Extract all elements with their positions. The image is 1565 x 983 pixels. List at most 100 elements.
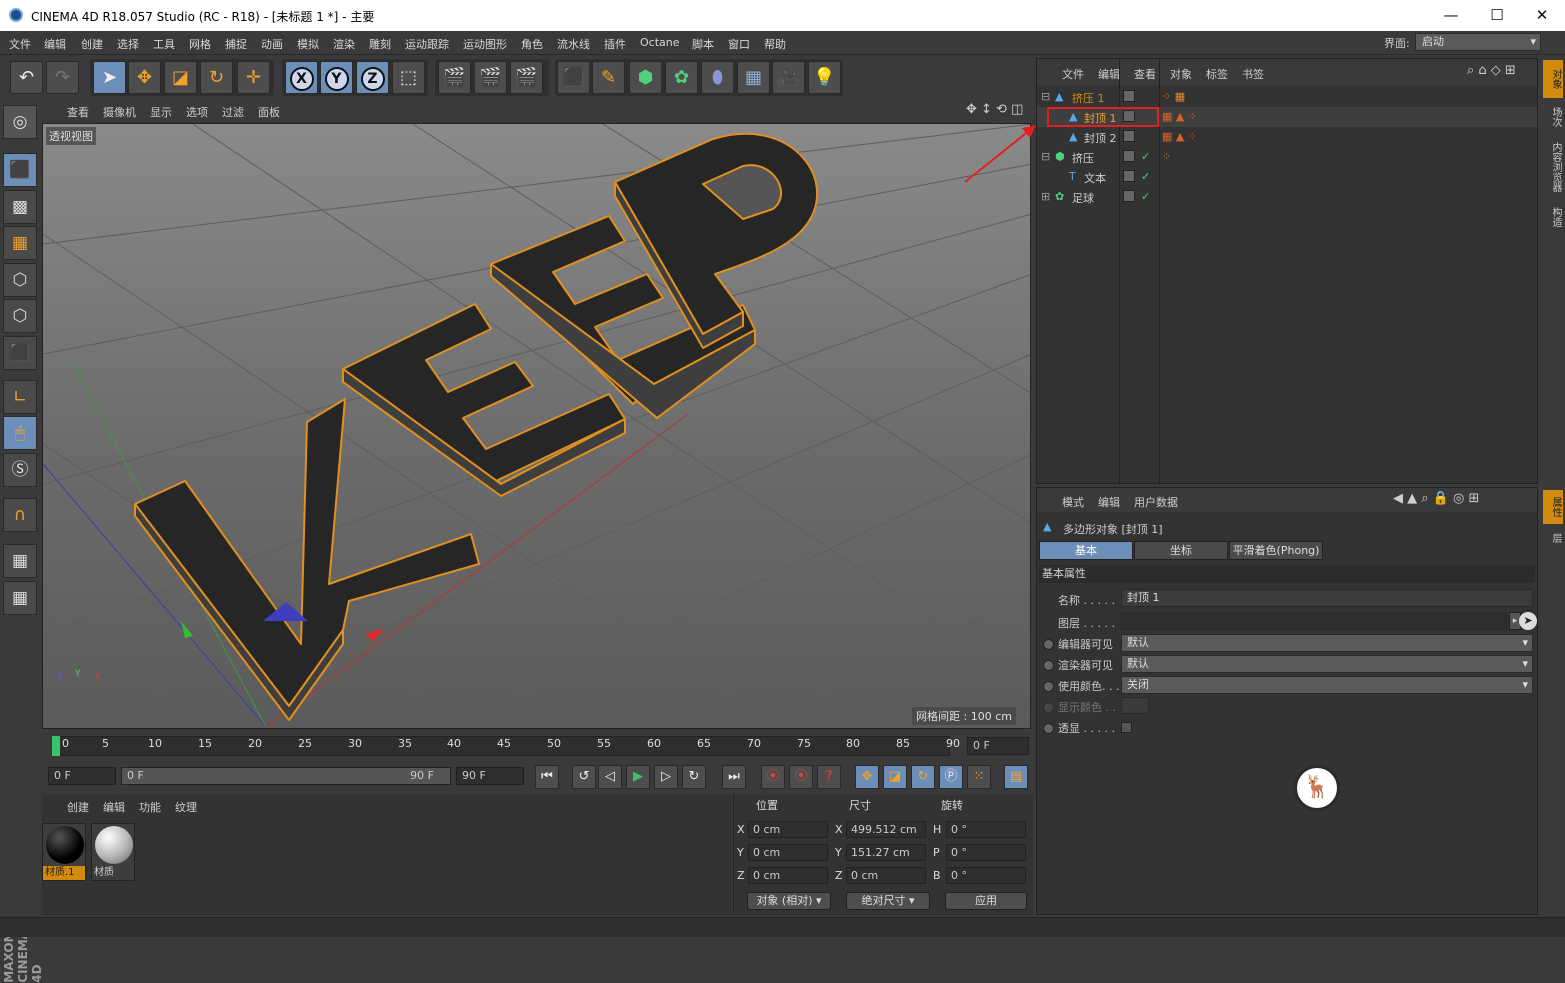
record-key-icon[interactable]: ⦿ <box>761 765 785 789</box>
model-mode-icon[interactable]: ⬛ <box>3 153 37 187</box>
menu-sculpt[interactable]: 雕刻 <box>369 36 391 52</box>
attribute-menu-user-data[interactable]: 用户数据 <box>1134 494 1178 510</box>
polygons-mode-icon[interactable]: ⬛ <box>3 336 37 370</box>
undo-icon[interactable]: ↶ <box>10 61 43 94</box>
keyframe-selection-icon[interactable]: ? <box>817 765 841 789</box>
cube-icon[interactable]: ⬛ <box>557 61 590 94</box>
tab-objects[interactable]: 对象 <box>1543 60 1563 98</box>
play-icon[interactable]: ▶ <box>626 765 650 789</box>
tweak-mode-icon[interactable]: 🖱 <box>3 416 37 450</box>
expand-toggle-icon[interactable]: ⊟ <box>1041 150 1050 163</box>
camera-icon[interactable]: 🎥 <box>772 61 805 94</box>
material-tag-icon[interactable]: ▦ ▲ ⁘ <box>1162 130 1197 143</box>
menu-file[interactable]: 文件 <box>9 36 31 52</box>
xray-checkbox[interactable] <box>1121 722 1132 733</box>
next-frame-icon[interactable]: ▷ <box>654 765 678 789</box>
z-axis-lock-icon[interactable]: Z <box>356 61 389 94</box>
position-x-field[interactable]: 0 cm <box>748 821 828 838</box>
mograph-cloner-icon[interactable]: ✿ <box>665 61 698 94</box>
scale-tool-icon[interactable]: ◪ <box>164 61 197 94</box>
menu-create[interactable]: 创建 <box>81 36 103 52</box>
layout-dropdown[interactable]: 启动 ▾ <box>1415 33 1541 51</box>
visibility-toggle[interactable] <box>1123 170 1135 182</box>
points-mode-icon[interactable]: ⬡ <box>3 263 37 297</box>
enabled-check-icon[interactable]: ✓ <box>1141 190 1150 203</box>
material-swatch[interactable]: 材质 <box>91 823 135 881</box>
use-color-dropdown[interactable]: 关闭 ▾ <box>1121 676 1533 694</box>
viewport-menu-panel[interactable]: 面板 <box>258 104 280 120</box>
previous-key-icon[interactable]: ↺ <box>572 765 596 789</box>
rotation-p-field[interactable]: 0 ° <box>946 844 1026 861</box>
next-key-icon[interactable]: ↻ <box>682 765 706 789</box>
previous-frame-icon[interactable]: ◁ <box>598 765 622 789</box>
viewport-menu-display[interactable]: 显示 <box>150 104 172 120</box>
size-z-field[interactable]: 0 cm <box>846 867 926 884</box>
menu-motion-tracking[interactable]: 运动跟踪 <box>405 36 449 52</box>
key-position-icon[interactable]: ✥ <box>855 765 879 789</box>
material-swatch[interactable]: 材质.1 <box>42 823 86 881</box>
planar-workplane-icon[interactable]: ▦ <box>3 581 37 615</box>
render-view-icon[interactable]: 🎬 <box>438 61 471 94</box>
visibility-toggle[interactable] <box>1123 130 1135 142</box>
menu-simulate[interactable]: 模拟 <box>297 36 319 52</box>
world-coordinate-icon[interactable]: ⬚ <box>392 61 425 94</box>
floor-scene-icon[interactable]: ▦ <box>737 61 770 94</box>
workplane-mode-icon[interactable]: ▦ <box>3 226 37 260</box>
x-axis-lock-icon[interactable]: X <box>285 61 318 94</box>
rotation-h-field[interactable]: 0 ° <box>946 821 1026 838</box>
rotation-b-field[interactable]: 0 ° <box>946 867 1026 884</box>
object-menu-bookmarks[interactable]: 书签 <box>1242 66 1264 82</box>
x-axis-arrow[interactable] <box>365 628 385 642</box>
minimize-button[interactable]: — <box>1428 0 1474 31</box>
menu-animate[interactable]: 动画 <box>261 36 283 52</box>
menu-mograph[interactable]: 运动图形 <box>463 36 507 52</box>
render-settings-icon[interactable]: 🎬 <box>510 61 543 94</box>
key-rotation-icon[interactable]: ↻ <box>911 765 935 789</box>
tab-structure[interactable]: 构造 <box>1543 200 1563 234</box>
viewport-menu-cameras[interactable]: 摄像机 <box>103 104 136 120</box>
apply-button[interactable]: 应用 <box>945 892 1027 910</box>
material-menu-texture[interactable]: 纹理 <box>175 799 197 815</box>
menu-octane[interactable]: Octane <box>640 36 680 49</box>
y-axis-lock-icon[interactable]: Y <box>320 61 353 94</box>
animation-radio[interactable] <box>1043 639 1054 650</box>
viewport-menu-filter[interactable]: 过滤 <box>222 104 244 120</box>
current-frame-field[interactable]: 0 F <box>967 737 1029 755</box>
texture-mode-icon[interactable]: ▩ <box>3 190 37 224</box>
close-button[interactable]: ✕ <box>1519 0 1565 31</box>
menu-mesh[interactable]: 网格 <box>189 36 211 52</box>
enabled-check-icon[interactable]: ✓ <box>1141 150 1150 163</box>
object-row[interactable]: ▲ 封顶 2 ▦ ▲ ⁘ <box>1037 127 1537 147</box>
snapping-icon[interactable]: Ⓢ <box>3 453 37 487</box>
key-parameter-icon[interactable]: Ⓟ <box>939 765 963 789</box>
subdivision-icon[interactable]: ⬢ <box>629 61 662 94</box>
object-row[interactable]: ⊟ ▲ 挤压 1 ⁘ ▦ <box>1037 87 1537 107</box>
position-z-field[interactable]: 0 cm <box>748 867 828 884</box>
key-scale-icon[interactable]: ◪ <box>883 765 907 789</box>
menu-snap[interactable]: 捕捉 <box>225 36 247 52</box>
material-menu-function[interactable]: 功能 <box>139 799 161 815</box>
coordinate-mode-dropdown[interactable]: 对象 (相对) ▾ <box>747 892 831 910</box>
attribute-menu-edit[interactable]: 编辑 <box>1098 494 1120 510</box>
search-icon[interactable]: ⌕ ⌂ ◇ ⊞ <box>1467 63 1516 78</box>
expand-toggle-icon[interactable]: ⊞ <box>1041 190 1050 203</box>
menu-pipeline[interactable]: 流水线 <box>557 36 590 52</box>
tab-coordinates[interactable]: 坐标 <box>1134 541 1228 560</box>
magnet-icon[interactable]: ∩ <box>3 498 37 532</box>
navigation-back-icon[interactable]: ◀ ▲ ⌕ 🔒 ◎ ⊞ <box>1393 491 1479 506</box>
light-bulb-icon[interactable]: 💡 <box>808 61 841 94</box>
material-menu-edit[interactable]: 编辑 <box>103 799 125 815</box>
name-field[interactable]: 封顶 1 <box>1121 589 1533 607</box>
material-tag-icon[interactable]: ▦ ▲ ⁘ <box>1162 110 1197 123</box>
menu-render[interactable]: 渲染 <box>333 36 355 52</box>
timeline-ruler[interactable]: 0 5 10 15 20 25 30 35 40 45 50 55 60 65 … <box>42 733 1032 761</box>
visibility-toggle[interactable] <box>1123 150 1135 162</box>
auto-key-icon[interactable]: ⦿ <box>789 765 813 789</box>
layer-field[interactable] <box>1121 612 1507 630</box>
tab-phong[interactable]: 平滑着色(Phong) <box>1229 541 1323 560</box>
animation-radio[interactable] <box>1043 660 1054 671</box>
go-to-end-icon[interactable]: ⏭ <box>722 765 746 789</box>
deformer-icon[interactable]: ⬮ <box>701 61 734 94</box>
object-menu-tags[interactable]: 标签 <box>1206 66 1228 82</box>
material-menu-create[interactable]: 创建 <box>67 799 89 815</box>
